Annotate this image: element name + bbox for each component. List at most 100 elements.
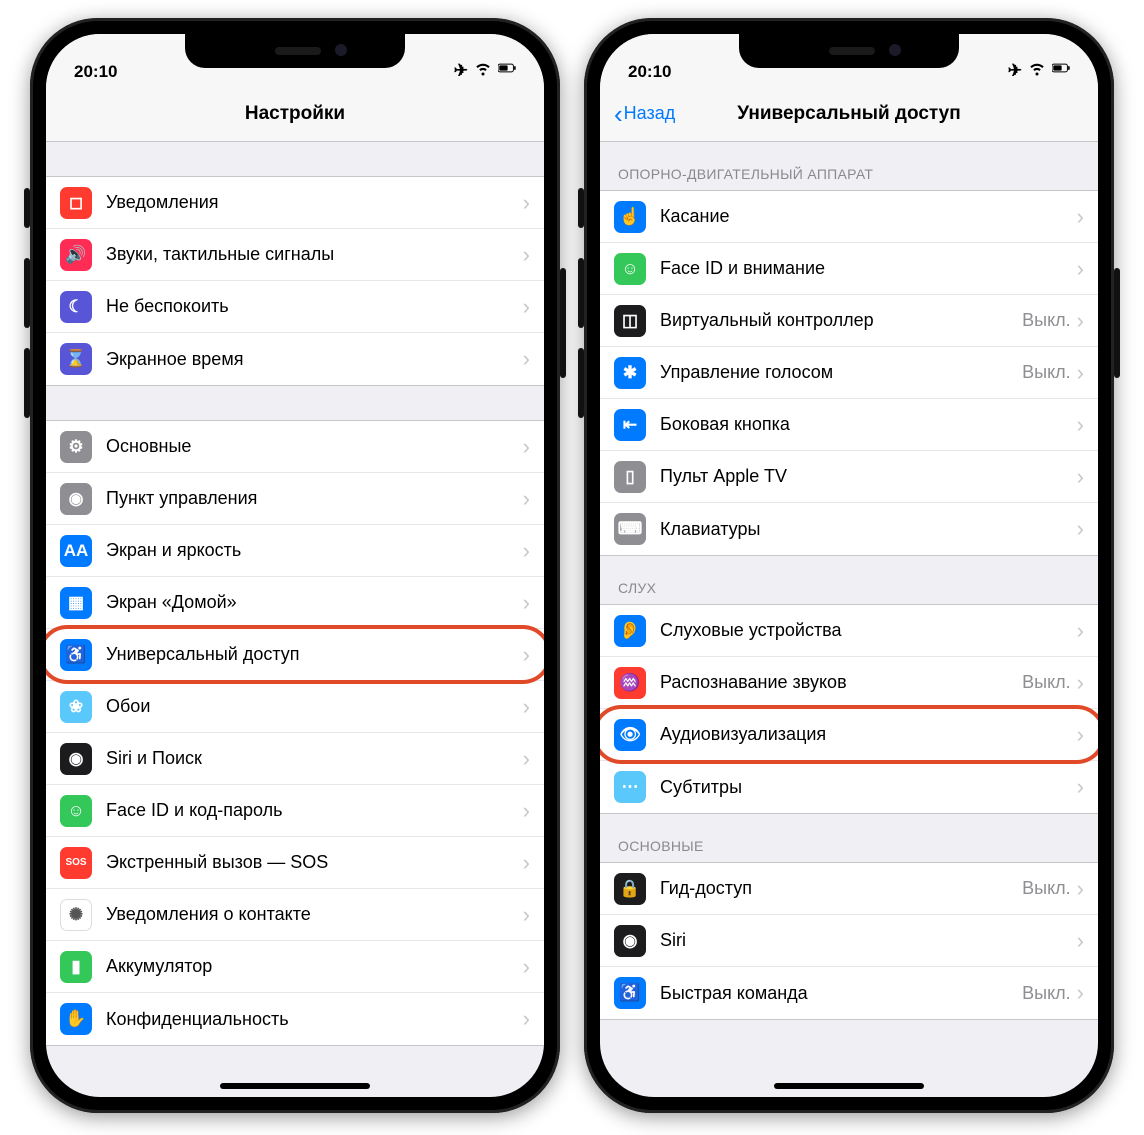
navbar: Настройки — [46, 86, 544, 142]
chevron-right-icon: › — [1077, 930, 1084, 952]
chevron-right-icon: › — [523, 192, 530, 214]
chevron-right-icon: › — [1077, 724, 1084, 746]
row-label: Siri — [660, 930, 1077, 951]
hearing-devices-icon: 👂 — [614, 615, 646, 647]
phone-left: 20:10 ✈ Настройки ◻Уведомления›🔊Звуки, т… — [30, 18, 560, 1113]
home-indicator[interactable] — [774, 1083, 924, 1089]
settings-row-exposure[interactable]: ✺Уведомления о контакте› — [46, 889, 544, 941]
row-label: Siri и Поиск — [106, 748, 523, 769]
chevron-right-icon: › — [523, 644, 530, 666]
navbar: ‹ Назад Универсальный доступ — [600, 86, 1098, 142]
settings-row-shortcut[interactable]: ♿Быстрая командаВыкл.› — [600, 967, 1098, 1019]
settings-row-sound-recognition[interactable]: ♒Распознавание звуковВыкл.› — [600, 657, 1098, 709]
home-indicator[interactable] — [220, 1083, 370, 1089]
settings-row-siri[interactable]: ◉ Siri и Поиск› — [46, 733, 544, 785]
settings-row-homescreen[interactable]: ▦Экран «Домой»› — [46, 577, 544, 629]
settings-row-apple-tv-remote[interactable]: ▯Пульт Apple TV› — [600, 451, 1098, 503]
settings-row-sounds[interactable]: 🔊 Звуки, тактильные сигналы› — [46, 229, 544, 281]
phone-right: 20:10 ✈ ‹ Назад Универсальный доступ Опо… — [584, 18, 1114, 1113]
settings-row-side-button[interactable]: ⇤Боковая кнопка› — [600, 399, 1098, 451]
settings-row-faceid-attention[interactable]: ☺Face ID и внимание› — [600, 243, 1098, 295]
settings-row-accessibility[interactable]: ♿Универсальный доступ› — [46, 629, 544, 681]
row-value: Выкл. — [1022, 310, 1071, 331]
row-label: Клавиатуры — [660, 519, 1077, 540]
row-label: Боковая кнопка — [660, 414, 1077, 435]
row-label: Пункт управления — [106, 488, 523, 509]
sounds-icon: 🔊 — [60, 239, 92, 271]
row-label: Аккумулятор — [106, 956, 523, 977]
voice-control-icon: ✱ — [614, 357, 646, 389]
notifications-icon: ◻ — [60, 187, 92, 219]
row-label: Гид-доступ — [660, 878, 1022, 899]
row-label: Распознавание звуков — [660, 672, 1022, 693]
status-time: 20:10 — [628, 62, 671, 82]
settings-row-dnd[interactable]: ☾Не беспокоить› — [46, 281, 544, 333]
back-button[interactable]: ‹ Назад — [614, 101, 675, 127]
settings-row-guided-access[interactable]: 🔒Гид-доступВыкл.› — [600, 863, 1098, 915]
row-label: Аудиовизуализация — [660, 724, 1077, 745]
chevron-right-icon: › — [523, 852, 530, 874]
chevron-right-icon: › — [1077, 620, 1084, 642]
battery-icon: ▮ — [60, 951, 92, 983]
guided-access-icon: 🔒 — [614, 873, 646, 905]
chevron-right-icon: › — [523, 904, 530, 926]
chevron-right-icon: › — [1077, 258, 1084, 280]
chevron-right-icon: › — [523, 436, 530, 458]
section-header-hearing: Слух — [600, 556, 1098, 604]
notch — [185, 34, 405, 68]
row-value: Выкл. — [1022, 362, 1071, 383]
airplane-icon: ✈ — [454, 61, 468, 81]
wallpaper-icon: ❀ — [60, 691, 92, 723]
settings-row-notifications[interactable]: ◻Уведомления› — [46, 177, 544, 229]
settings-row-display[interactable]: AA Экран и яркость› — [46, 525, 544, 577]
settings-content[interactable]: ◻Уведомления›🔊Звуки, тактильные сигналы›… — [46, 142, 544, 1097]
row-label: Пульт Apple TV — [660, 466, 1077, 487]
settings-row-battery[interactable]: ▮Аккумулятор› — [46, 941, 544, 993]
chevron-right-icon: › — [523, 1008, 530, 1030]
settings-row-switch-control[interactable]: ◫Виртуальный контроллерВыкл.› — [600, 295, 1098, 347]
settings-row-audio-visual[interactable]: 👁 Аудиовизуализация› — [600, 709, 1098, 761]
settings-row-sos[interactable]: SOSЭкстренный вызов — SOS› — [46, 837, 544, 889]
siri-icon: ◉ — [60, 743, 92, 775]
settings-row-privacy[interactable]: ✋Конфиденциальность› — [46, 993, 544, 1045]
row-label: Быстрая команда — [660, 983, 1022, 1004]
privacy-icon: ✋ — [60, 1003, 92, 1035]
settings-row-faceid[interactable]: ☺Face ID и код-пароль› — [46, 785, 544, 837]
notch — [739, 34, 959, 68]
chevron-right-icon: › — [523, 592, 530, 614]
chevron-right-icon: › — [523, 540, 530, 562]
settings-row-touch[interactable]: ☝Касание› — [600, 191, 1098, 243]
settings-row-subtitles[interactable]: ⋯Субтитры› — [600, 761, 1098, 813]
settings-row-wallpaper[interactable]: ❀Обои› — [46, 681, 544, 733]
chevron-right-icon: › — [523, 244, 530, 266]
accessibility-content[interactable]: Опорно-двигательный аппарат ☝Касание›☺Fa… — [600, 142, 1098, 1097]
settings-row-hearing-devices[interactable]: 👂Слуховые устройства› — [600, 605, 1098, 657]
audio-visual-icon: 👁 — [614, 719, 646, 751]
wifi-icon — [474, 59, 492, 82]
apple-tv-remote-icon: ▯ — [614, 461, 646, 493]
settings-row-control-center[interactable]: ◉Пункт управления› — [46, 473, 544, 525]
settings-row-voice-control[interactable]: ✱Управление голосомВыкл.› — [600, 347, 1098, 399]
chevron-right-icon: › — [1077, 878, 1084, 900]
section-header-motor: Опорно-двигательный аппарат — [600, 142, 1098, 190]
row-label: Субтитры — [660, 777, 1077, 798]
row-label: Экран и яркость — [106, 540, 523, 561]
settings-row-screentime[interactable]: ⌛Экранное время› — [46, 333, 544, 385]
row-label: Не беспокоить — [106, 296, 523, 317]
chevron-right-icon: › — [1077, 206, 1084, 228]
settings-row-keyboards[interactable]: ⌨Клавиатуры› — [600, 503, 1098, 555]
chevron-right-icon: › — [1077, 672, 1084, 694]
chevron-right-icon: › — [523, 748, 530, 770]
display-icon: AA — [60, 535, 92, 567]
row-label: Универсальный доступ — [106, 644, 523, 665]
settings-row-general[interactable]: ⚙Основные› — [46, 421, 544, 473]
screentime-icon: ⌛ — [60, 343, 92, 375]
row-label: Экранное время — [106, 349, 523, 370]
row-label: Обои — [106, 696, 523, 717]
row-label: Звуки, тактильные сигналы — [106, 244, 523, 265]
chevron-right-icon: › — [523, 800, 530, 822]
faceid-attention-icon: ☺ — [614, 253, 646, 285]
row-label: Face ID и код-пароль — [106, 800, 523, 821]
settings-row-siri-acc[interactable]: ◉Siri› — [600, 915, 1098, 967]
nav-title: Настройки — [245, 103, 345, 125]
